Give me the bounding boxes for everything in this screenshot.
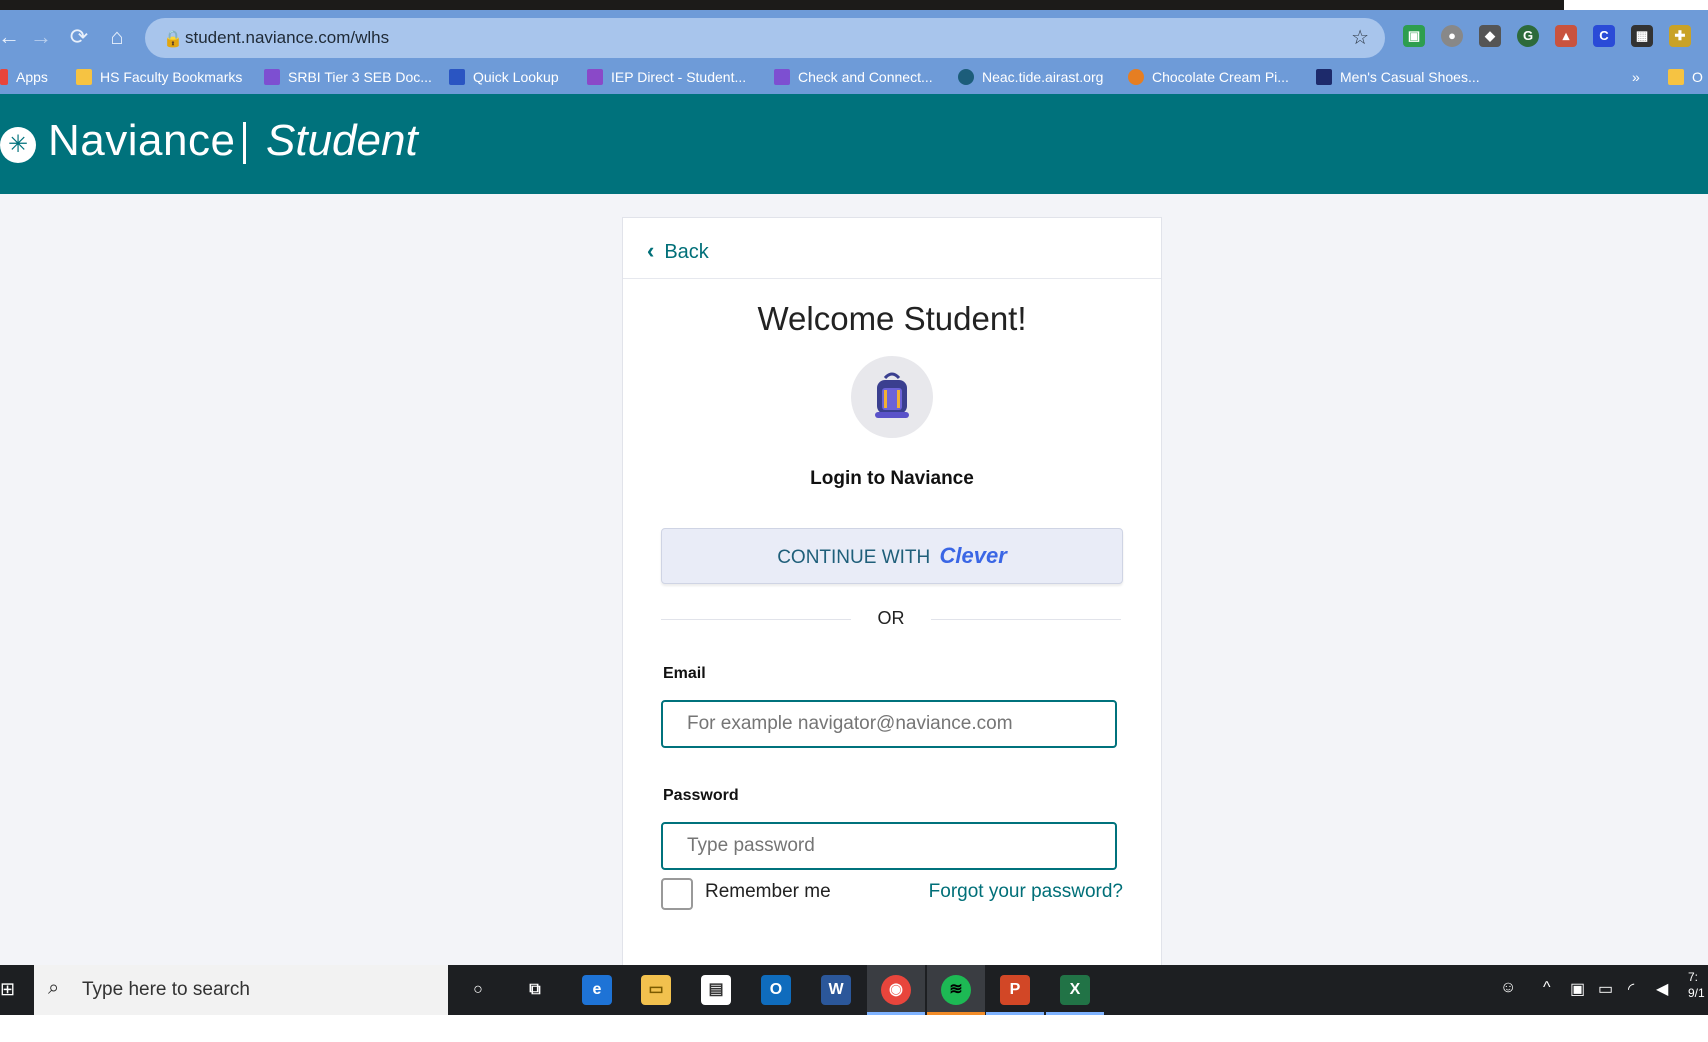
word-icon[interactable]: W bbox=[821, 975, 851, 1005]
extension-g-icon[interactable]: G bbox=[1517, 25, 1539, 47]
w-logo-icon bbox=[1316, 69, 1332, 85]
edge-icon[interactable]: e bbox=[582, 975, 612, 1005]
clock-time: 7: bbox=[1688, 970, 1699, 984]
bookmark-mens-shoes[interactable]: Men's Casual Shoes... bbox=[1316, 65, 1480, 89]
taskbar-search[interactable]: ⌕ Type here to search bbox=[34, 965, 448, 1015]
reload-icon[interactable]: ⟳ bbox=[64, 22, 94, 52]
store-icon[interactable]: ▤ bbox=[701, 975, 731, 1005]
windows-start-icon[interactable]: ⊞ bbox=[0, 979, 16, 999]
bookmarks-bar: Apps HS Faculty Bookmarks SRBI Tier 3 SE… bbox=[0, 60, 1708, 94]
back-nav-icon[interactable]: ← bbox=[0, 22, 24, 52]
or-divider-right bbox=[931, 619, 1121, 620]
globe-icon bbox=[958, 69, 974, 85]
bookmark-check-connect[interactable]: Check and Connect... bbox=[774, 65, 933, 89]
password-label: Password bbox=[663, 787, 739, 804]
email-label: Email bbox=[663, 665, 706, 682]
home-icon[interactable]: ⌂ bbox=[102, 22, 132, 52]
login-card: ‹ Back Welcome Student! Login to Naviance… bbox=[622, 217, 1162, 979]
lock-icon: 🔒 bbox=[163, 31, 183, 48]
tray-chevron-up-icon[interactable]: ^ bbox=[1543, 979, 1551, 997]
url-text[interactable]: student.naviance.com/wlhs bbox=[185, 28, 389, 48]
cortana-icon[interactable]: ○ bbox=[463, 975, 493, 1005]
bookmark-srbi[interactable]: SRBI Tier 3 SEB Doc... bbox=[264, 65, 432, 89]
clock-date: 9/1 bbox=[1688, 986, 1705, 1000]
bookmark-iep-direct[interactable]: IEP Direct - Student... bbox=[587, 65, 746, 89]
chrome-icon[interactable]: ◉ bbox=[881, 975, 911, 1005]
extension-classroom-icon[interactable]: ▣ bbox=[1403, 25, 1425, 47]
continue-with-clever-button[interactable]: CONTINUE WITH Clever bbox=[661, 528, 1123, 584]
login-title: Login to Naviance bbox=[810, 468, 974, 489]
folder-icon bbox=[76, 69, 92, 85]
windows-taskbar: ⊞ ⌕ Type here to search ○ ⧉ e ▭ ▤ O W ◉ … bbox=[0, 965, 1708, 1015]
clock[interactable]: 7: 9/1 bbox=[1688, 969, 1705, 1001]
backpack-avatar bbox=[851, 356, 933, 438]
back-button[interactable]: ‹ Back bbox=[647, 236, 709, 266]
bookmark-quick-lookup[interactable]: Quick Lookup bbox=[449, 65, 559, 89]
brand-separator bbox=[243, 122, 246, 164]
recipe-logo-icon bbox=[1128, 69, 1144, 85]
forms-icon bbox=[264, 69, 280, 85]
powerpoint-icon[interactable]: P bbox=[1000, 975, 1030, 1005]
clever-logo-text: Clever bbox=[939, 543, 1007, 568]
welcome-title: Welcome Student! bbox=[757, 300, 1027, 337]
people-icon[interactable]: ☺ bbox=[1500, 979, 1516, 997]
tray-app-icon[interactable]: ▣ bbox=[1570, 979, 1585, 999]
outlook-icon[interactable]: O bbox=[761, 975, 791, 1005]
email-field[interactable] bbox=[661, 700, 1117, 748]
forward-nav-icon[interactable]: → bbox=[26, 22, 56, 52]
apps-grid-icon bbox=[0, 69, 8, 85]
p-logo-icon bbox=[449, 69, 465, 85]
brand-name: Naviance bbox=[48, 116, 236, 165]
naviance-logo-icon bbox=[0, 127, 36, 163]
card-divider bbox=[623, 278, 1161, 279]
file-explorer-icon[interactable]: ▭ bbox=[641, 975, 671, 1005]
back-label: Back bbox=[664, 241, 709, 263]
taskbar-search-placeholder: Type here to search bbox=[82, 979, 250, 1000]
folder-icon bbox=[1668, 69, 1684, 85]
extension-grid-icon[interactable]: ▦ bbox=[1631, 25, 1653, 47]
forms-icon bbox=[774, 69, 790, 85]
spotify-icon[interactable]: ≋ bbox=[941, 975, 971, 1005]
page-body: ‹ Back Welcome Student! Login to Naviance… bbox=[0, 194, 1708, 979]
remember-me-checkbox[interactable] bbox=[661, 878, 693, 910]
bookmark-star-icon[interactable]: ☆ bbox=[1351, 25, 1369, 50]
or-divider-left bbox=[661, 619, 851, 620]
address-bar[interactable]: 🔒 student.naviance.com/wlhs ☆ bbox=[145, 18, 1385, 58]
brand-subtitle: Student bbox=[266, 116, 418, 165]
iep-logo-icon bbox=[587, 69, 603, 85]
bookmark-folder-hs-faculty[interactable]: HS Faculty Bookmarks bbox=[76, 65, 242, 89]
extension-circle-icon[interactable]: ● bbox=[1441, 25, 1463, 47]
naviance-header: Naviance Student bbox=[0, 94, 1708, 194]
screen-bottom-margin bbox=[0, 1015, 1708, 1042]
search-icon: ⌕ bbox=[48, 977, 60, 999]
bookmark-other[interactable]: O bbox=[1668, 65, 1703, 89]
or-separator-text: OR bbox=[877, 608, 905, 628]
bookmarks-overflow-icon[interactable]: » bbox=[1632, 65, 1640, 89]
wifi-icon[interactable]: ◜ bbox=[1628, 979, 1634, 999]
extension-c-icon[interactable]: C bbox=[1593, 25, 1615, 47]
extension-keep-icon[interactable]: ◆ bbox=[1479, 25, 1501, 47]
battery-icon[interactable]: ▭ bbox=[1598, 979, 1613, 999]
password-field[interactable] bbox=[661, 822, 1117, 870]
remember-me-label[interactable]: Remember me bbox=[705, 881, 831, 903]
bookmark-chocolate-cream[interactable]: Chocolate Cream Pi... bbox=[1128, 65, 1289, 89]
excel-icon[interactable]: X bbox=[1060, 975, 1090, 1005]
bookmark-neac-tide[interactable]: Neac.tide.airast.org bbox=[958, 65, 1103, 89]
extensions-puzzle-icon[interactable]: ✚ bbox=[1669, 25, 1691, 47]
volume-icon[interactable]: ◀ bbox=[1656, 979, 1668, 999]
window-top-strip bbox=[0, 0, 1708, 30]
forgot-password-link[interactable]: Forgot your password? bbox=[929, 881, 1123, 903]
extension-red-icon[interactable]: ▴ bbox=[1555, 25, 1577, 47]
bookmark-apps[interactable]: Apps bbox=[0, 65, 48, 89]
chevron-left-icon: ‹ bbox=[647, 238, 655, 263]
clever-button-prefix: CONTINUE WITH bbox=[777, 547, 931, 568]
task-view-icon[interactable]: ⧉ bbox=[520, 975, 550, 1005]
backpack-icon bbox=[875, 372, 909, 418]
